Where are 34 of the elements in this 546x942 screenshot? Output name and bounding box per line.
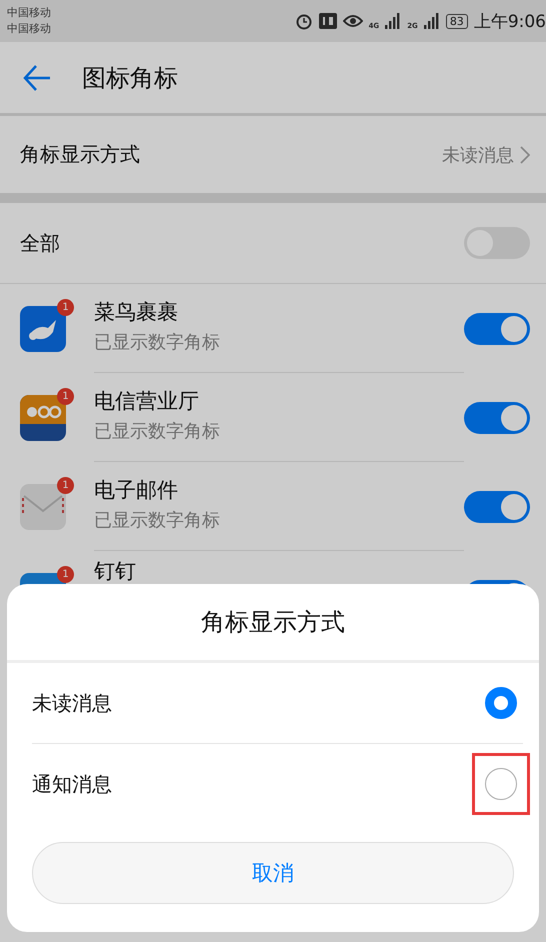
dialog-title: 角标显示方式: [201, 607, 345, 638]
app-name: 钉钉: [94, 558, 137, 585]
toggle-switch[interactable]: [464, 312, 530, 344]
page-title: 图标角标: [82, 62, 178, 94]
chevron-icon: [520, 146, 530, 164]
back-arrow-icon[interactable]: [22, 62, 52, 92]
setting-value: 未读消息: [442, 144, 514, 166]
setting-label: 角标显示方式: [20, 141, 140, 168]
count-badge: 1: [57, 476, 74, 494]
carrier-name: 中国移动: [7, 5, 51, 21]
toggle-switch[interactable]: [464, 402, 530, 434]
badge-status: 已显示数字角标: [94, 331, 221, 354]
option-label[interactable]: 通知消息: [32, 770, 112, 798]
option-label[interactable]: 未读消息: [32, 690, 112, 716]
eye-icon: [342, 14, 363, 28]
alarm-icon: [294, 12, 313, 30]
badge-status: 已显示数字角标: [94, 420, 221, 443]
app-name: 电信营业厅: [94, 388, 200, 415]
clock-time: 上午9:06: [474, 10, 546, 32]
count-badge: 1: [57, 566, 74, 582]
app-name: 菜鸟裹裹: [94, 299, 179, 326]
signal-icon: [385, 13, 402, 29]
toggle-switch[interactable]: [464, 490, 530, 522]
battery-level: 83: [446, 14, 468, 28]
signal-icon: [424, 13, 440, 29]
all-label: 全部: [20, 230, 60, 256]
cancel-button[interactable]: 取消: [32, 842, 514, 904]
carrier-name: 中国移动: [7, 21, 51, 37]
badge-status: 已显示数字角标: [94, 509, 221, 532]
app-name: 电子邮件: [94, 477, 179, 504]
radio-button[interactable]: [485, 687, 517, 719]
count-badge: 1: [57, 388, 74, 404]
radio-button[interactable]: [485, 768, 517, 800]
count-badge: 1: [57, 298, 74, 316]
